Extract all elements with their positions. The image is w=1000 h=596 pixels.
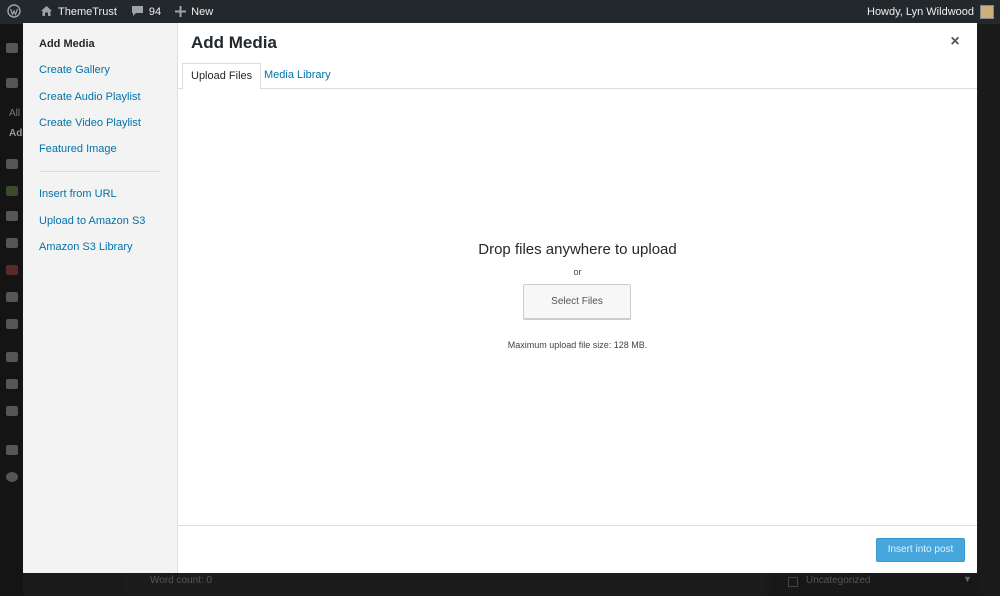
editor-footer — [124, 572, 764, 596]
menu-text-all: All — [9, 108, 21, 119]
media-toolbar: Insert into post — [178, 525, 977, 573]
media-router-tabs: Upload Files Media Library — [178, 63, 977, 90]
category-checkbox — [788, 577, 798, 587]
menu-item-add-media[interactable]: Add Media — [23, 31, 177, 57]
comments-icon — [6, 211, 18, 221]
page-title: Add Media — [191, 33, 277, 52]
select-files-button[interactable]: Select Files — [523, 284, 631, 319]
home-icon — [40, 5, 53, 19]
check-icon — [6, 445, 18, 455]
menu-item-insert-from-url[interactable]: Insert from URL — [23, 181, 177, 207]
posts-icon — [6, 78, 18, 88]
menu-item-create-gallery[interactable]: Create Gallery — [23, 57, 177, 83]
or-separator: or — [573, 267, 582, 277]
dashboard-icon — [6, 43, 18, 53]
add-media-modal: Add Media Create Gallery Create Audio Pl… — [23, 23, 977, 573]
category-label: Uncategorized — [806, 575, 871, 586]
howdy-text: Howdy, Lyn Wildwood — [867, 6, 974, 18]
comment-bubble-icon — [131, 5, 144, 19]
menu-item-upload-to-amazon-s3[interactable]: Upload to Amazon S3 — [23, 208, 177, 234]
mail-icon — [6, 319, 18, 329]
drop-instructions: Drop files anywhere to upload — [478, 241, 677, 258]
new-content-link[interactable]: New — [168, 0, 220, 24]
portfolio-icon — [6, 238, 18, 248]
menu-item-create-video-playlist[interactable]: Create Video Playlist — [23, 110, 177, 136]
menu-separator — [39, 171, 161, 173]
menu-item-create-audio-playlist[interactable]: Create Audio Playlist — [23, 84, 177, 110]
appearance-icon — [6, 406, 18, 416]
word-count: Word count: 0 — [150, 575, 213, 586]
menu-item-amazon-s3-library[interactable]: Amazon S3 Library — [23, 234, 177, 260]
comments-link[interactable]: 94 — [124, 0, 168, 24]
avatar — [980, 5, 994, 19]
upload-drop-area[interactable]: Drop files anywhere to upload or Select … — [178, 89, 977, 525]
feedback-icon — [6, 292, 18, 302]
media-icon — [6, 159, 18, 169]
media-frame-menu: Add Media Create Gallery Create Audio Pl… — [23, 23, 178, 573]
close-button[interactable]: × — [947, 33, 963, 51]
wordpress-logo-button[interactable] — [0, 0, 33, 24]
category-box — [770, 572, 980, 596]
menu-item-featured-image[interactable]: Featured Image — [23, 136, 177, 162]
insert-into-post-button[interactable]: Insert into post — [876, 538, 965, 562]
close-icon: × — [950, 33, 960, 50]
category-dropdown-icon: ▼ — [963, 574, 972, 584]
admin-sidebar-menu: All Ad — [0, 24, 23, 596]
tools-icon — [6, 379, 18, 389]
plus-icon — [175, 5, 187, 19]
tab-media-library[interactable]: Media Library — [256, 63, 339, 89]
tab-upload-files[interactable]: Upload Files — [182, 63, 262, 90]
max-upload-size: Maximum upload file size: 128 MB. — [507, 340, 648, 350]
site-name-link[interactable]: ThemeTrust — [33, 0, 124, 24]
site-name: ThemeTrust — [58, 6, 117, 18]
admin-bar: ThemeTrust 94 New Howdy, Lyn Wildwood — [0, 0, 1000, 24]
users-icon — [6, 352, 18, 362]
comments-count: 94 — [148, 6, 162, 18]
wordpress-logo-icon — [7, 4, 21, 20]
new-label: New — [191, 6, 214, 18]
collapse-icon — [6, 472, 18, 482]
menu-text-add: Ad — [9, 128, 23, 139]
my-account-link[interactable]: Howdy, Lyn Wildwood — [867, 5, 1000, 19]
media-menu-top: Add Media Create Gallery Create Audio Pl… — [23, 23, 177, 162]
plugin-icon — [6, 186, 18, 196]
settings-icon — [6, 265, 18, 275]
